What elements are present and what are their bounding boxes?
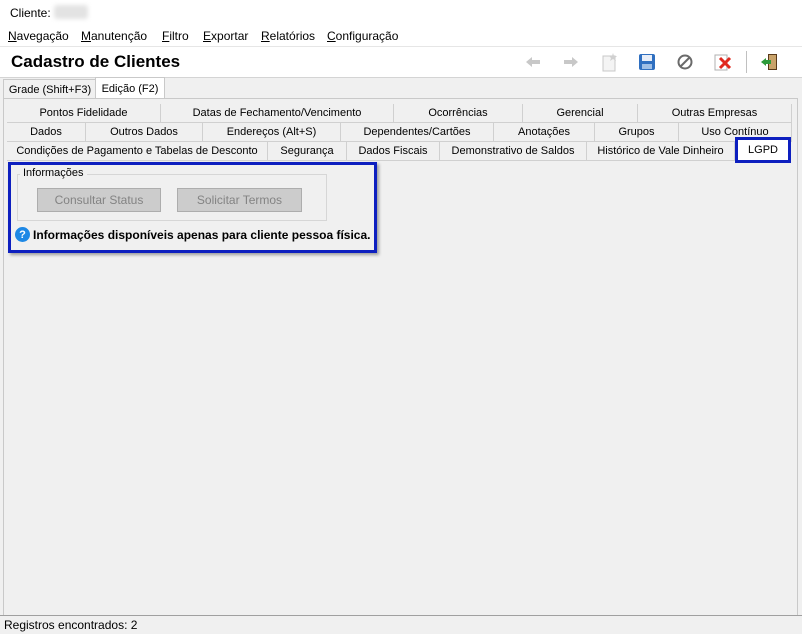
menu-accel: N — [8, 29, 17, 43]
tab-demonstrativo-saldos[interactable]: Demonstrativo de Saldos — [440, 142, 587, 161]
tab-gerencial[interactable]: Gerencial — [523, 104, 638, 123]
arrow-left-icon[interactable] — [522, 51, 544, 73]
menu-label: xportar — [211, 29, 249, 43]
tab-dados-fiscais[interactable]: Dados Fiscais — [347, 142, 440, 161]
tab-grade[interactable]: Grade (Shift+F3) — [3, 79, 97, 99]
tab-edicao[interactable]: Edição (F2) — [95, 77, 165, 99]
save-icon[interactable] — [636, 51, 658, 73]
lgpd-highlight-box — [8, 162, 377, 253]
menu-accel: E — [203, 29, 212, 43]
status-bar: Registros encontrados: 2 — [0, 615, 802, 634]
menu-accel: R — [261, 29, 270, 43]
menu-label: elatórios — [269, 29, 316, 43]
menu-label: onfiguração — [335, 29, 399, 43]
tab-condicoes-pagamento[interactable]: Condições de Pagamento e Tabelas de Desc… — [7, 142, 268, 161]
client-name-redacted — [54, 5, 88, 19]
tab-dados[interactable]: Dados — [7, 123, 86, 142]
menu-label: iltro — [169, 29, 189, 43]
tab-enderecos[interactable]: Endereços (Alt+S) — [203, 123, 341, 142]
tab-grupos[interactable]: Grupos — [595, 123, 679, 142]
records-count: Registros encontrados: 2 — [4, 618, 138, 632]
cancel-icon[interactable] — [674, 51, 696, 73]
tab-dependentes[interactable]: Dependentes/Cartões — [341, 123, 494, 142]
client-bar: Cliente: — [0, 0, 802, 25]
tab-datas-fechamento[interactable]: Datas de Fechamento/Vencimento — [161, 104, 394, 123]
tab-historico-vale[interactable]: Histórico de Vale Dinheiro — [587, 142, 735, 161]
arrow-right-icon[interactable] — [560, 51, 582, 73]
menu-bar: Navegação Manutenção Filtro Exportar Rel… — [0, 25, 802, 47]
menu-relatorios[interactable]: Relatórios — [261, 29, 315, 43]
client-label: Cliente: — [10, 6, 51, 20]
menu-manutencao[interactable]: Manutenção — [81, 29, 147, 43]
delete-icon[interactable] — [712, 51, 734, 73]
menu-label: anutenção — [91, 29, 148, 43]
page-title: Cadastro de Clientes — [11, 52, 181, 71]
tab-seguranca[interactable]: Segurança — [268, 142, 347, 161]
menu-filtro[interactable]: Filtro — [162, 29, 189, 43]
tab-pontos-fidelidade[interactable]: Pontos Fidelidade — [7, 104, 161, 123]
tab-anotacoes[interactable]: Anotações — [494, 123, 595, 142]
tab-outras-empresas[interactable]: Outras Empresas — [638, 104, 792, 123]
menu-accel: C — [327, 29, 336, 43]
toolbar-separator — [746, 51, 747, 73]
menu-navegacao[interactable]: Navegação — [8, 29, 69, 43]
tab-outros-dados[interactable]: Outros Dados — [86, 123, 203, 142]
tab-ocorrencias[interactable]: Ocorrências — [394, 104, 523, 123]
menu-exportar[interactable]: Exportar — [203, 29, 248, 43]
form-header: Cadastro de Clientes — [0, 47, 802, 78]
menu-label: avegação — [16, 29, 69, 43]
new-record-icon[interactable] — [598, 51, 620, 73]
menu-accel: M — [81, 29, 91, 43]
tab-lgpd[interactable]: LGPD — [735, 137, 791, 163]
exit-icon[interactable] — [758, 51, 780, 73]
menu-configuracao[interactable]: Configuração — [327, 29, 398, 43]
